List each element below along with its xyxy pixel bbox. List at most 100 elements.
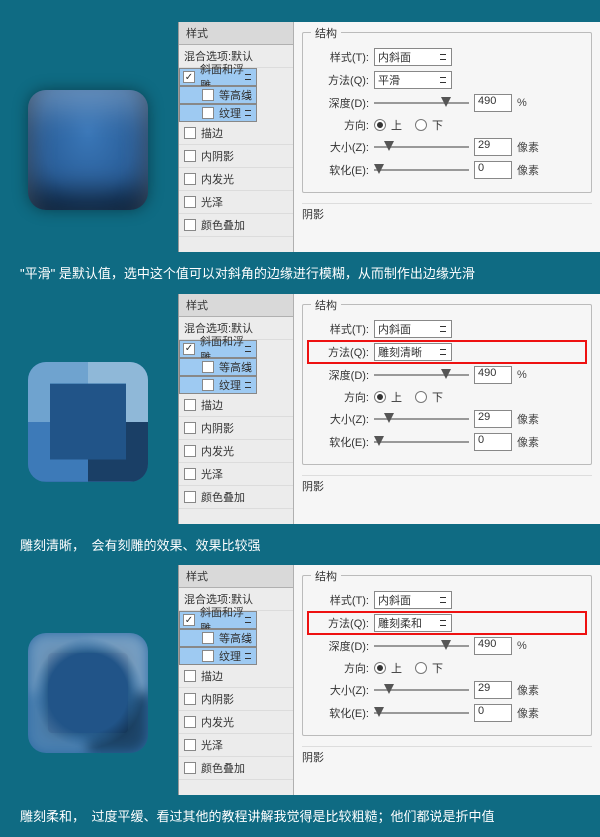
checkbox-icon[interactable] — [184, 196, 196, 208]
size-slider[interactable] — [374, 412, 469, 426]
direction-down-radio[interactable] — [415, 119, 427, 131]
style-inner-glow-row[interactable]: 内发光 — [179, 440, 293, 463]
style-color-overlay-row[interactable]: 颜色叠加 — [179, 214, 293, 237]
style-inner-glow-label: 内发光 — [201, 443, 234, 459]
direction-up-radio[interactable] — [374, 391, 386, 403]
style-texture-row[interactable]: 纹理 — [179, 104, 257, 122]
checkbox-icon[interactable] — [184, 739, 196, 751]
style-label: 样式(T): — [311, 321, 369, 337]
depth-input[interactable]: 490 — [474, 637, 512, 655]
style-bevel-row[interactable]: ✓斜面和浮雕 — [179, 340, 257, 358]
size-unit: 像素 — [517, 139, 539, 155]
soften-slider[interactable] — [374, 163, 469, 177]
depth-slider[interactable] — [374, 639, 469, 653]
checkbox-icon[interactable] — [184, 219, 196, 231]
size-slider[interactable] — [374, 140, 469, 154]
checkbox-icon[interactable] — [184, 422, 196, 434]
direction-down-label: 下 — [432, 117, 443, 133]
example-block: 样式 混合选项:默认 ✓斜面和浮雕 等高线 纹理 描边 内阴影 内发光 光泽 颜… — [0, 294, 600, 524]
style-inner-shadow-label: 内阴影 — [201, 691, 234, 707]
style-bevel-row[interactable]: ✓斜面和浮雕 — [179, 611, 257, 629]
depth-label: 深度(D): — [311, 367, 369, 383]
style-select[interactable]: 内斜面 — [374, 48, 452, 66]
checkbox-icon[interactable] — [202, 107, 214, 119]
checkbox-icon[interactable]: ✓ — [183, 71, 195, 83]
style-stroke-row[interactable]: 描边 — [179, 394, 293, 417]
style-inner-glow-row[interactable]: 内发光 — [179, 168, 293, 191]
soften-unit: 像素 — [517, 434, 539, 450]
style-color-overlay-row[interactable]: 颜色叠加 — [179, 486, 293, 509]
style-inner-glow-row[interactable]: 内发光 — [179, 711, 293, 734]
style-inner-shadow-row[interactable]: 内阴影 — [179, 688, 293, 711]
soften-slider[interactable] — [374, 706, 469, 720]
direction-label: 方向: — [311, 660, 369, 676]
size-input[interactable]: 29 — [474, 410, 512, 428]
style-inner-shadow-row[interactable]: 内阴影 — [179, 145, 293, 168]
checkbox-icon[interactable] — [184, 173, 196, 185]
depth-slider[interactable] — [374, 368, 469, 382]
direction-down-radio[interactable] — [415, 662, 427, 674]
checkbox-icon[interactable] — [184, 468, 196, 480]
soften-slider[interactable] — [374, 435, 469, 449]
style-contour-row[interactable]: 等高线 — [179, 86, 257, 104]
style-texture-row[interactable]: 纹理 — [179, 376, 257, 394]
checkbox-icon[interactable] — [184, 716, 196, 728]
depth-input[interactable]: 490 — [474, 366, 512, 384]
checkbox-icon[interactable] — [184, 150, 196, 162]
style-satin-row[interactable]: 光泽 — [179, 734, 293, 757]
method-select[interactable]: 雕刻柔和 — [374, 614, 452, 632]
style-list: 样式 混合选项:默认 ✓斜面和浮雕 等高线 纹理 描边 内阴影 内发光 光泽 颜… — [179, 22, 294, 252]
checkbox-icon[interactable] — [184, 399, 196, 411]
style-inner-shadow-label: 内阴影 — [201, 148, 234, 164]
style-satin-row[interactable]: 光泽 — [179, 191, 293, 214]
style-inner-shadow-row[interactable]: 内阴影 — [179, 417, 293, 440]
checkbox-icon[interactable] — [202, 650, 214, 662]
checkbox-icon[interactable]: ✓ — [183, 614, 195, 626]
soften-row: 软化(E): 0 像素 — [311, 433, 583, 451]
soften-input[interactable]: 0 — [474, 433, 512, 451]
soften-input[interactable]: 0 — [474, 704, 512, 722]
depth-unit: % — [517, 97, 527, 109]
style-stroke-row[interactable]: 描边 — [179, 122, 293, 145]
direction-down-radio[interactable] — [415, 391, 427, 403]
style-select[interactable]: 内斜面 — [374, 320, 452, 338]
checkbox-icon[interactable] — [202, 89, 214, 101]
styles-header: 样式 — [179, 22, 293, 45]
depth-input[interactable]: 490 — [474, 94, 512, 112]
size-input[interactable]: 29 — [474, 138, 512, 156]
style-list: 样式 混合选项:默认 ✓斜面和浮雕 等高线 纹理 描边 内阴影 内发光 光泽 颜… — [179, 294, 294, 524]
structure-title: 结构 — [311, 25, 341, 41]
style-color-overlay-row[interactable]: 颜色叠加 — [179, 757, 293, 780]
checkbox-icon[interactable] — [184, 670, 196, 682]
soften-row: 软化(E): 0 像素 — [311, 161, 583, 179]
style-satin-row[interactable]: 光泽 — [179, 463, 293, 486]
direction-up-radio[interactable] — [374, 662, 386, 674]
checkbox-icon[interactable] — [184, 693, 196, 705]
depth-row: 深度(D): 490 % — [311, 637, 583, 655]
method-select[interactable]: 雕刻清晰 — [374, 343, 452, 361]
checkbox-icon[interactable]: ✓ — [183, 343, 195, 355]
checkbox-icon[interactable] — [184, 127, 196, 139]
size-input[interactable]: 29 — [474, 681, 512, 699]
method-select[interactable]: 平滑 — [374, 71, 452, 89]
depth-unit: % — [517, 640, 527, 652]
soften-input[interactable]: 0 — [474, 161, 512, 179]
style-select[interactable]: 内斜面 — [374, 591, 452, 609]
checkbox-icon[interactable] — [184, 445, 196, 457]
style-contour-row[interactable]: 等高线 — [179, 629, 257, 647]
style-label: 样式(T): — [311, 592, 369, 608]
checkbox-icon[interactable] — [202, 379, 214, 391]
structure-title: 结构 — [311, 568, 341, 584]
checkbox-icon[interactable] — [202, 361, 214, 373]
style-bevel-row[interactable]: ✓斜面和浮雕 — [179, 68, 257, 86]
style-texture-row[interactable]: 纹理 — [179, 647, 257, 665]
direction-up-radio[interactable] — [374, 119, 386, 131]
style-stroke-row[interactable]: 描边 — [179, 665, 293, 688]
checkbox-icon[interactable] — [184, 762, 196, 774]
size-slider[interactable] — [374, 683, 469, 697]
depth-slider[interactable] — [374, 96, 469, 110]
checkbox-icon[interactable] — [202, 632, 214, 644]
style-contour-row[interactable]: 等高线 — [179, 358, 257, 376]
checkbox-icon[interactable] — [184, 491, 196, 503]
direction-up-label: 上 — [391, 389, 402, 405]
